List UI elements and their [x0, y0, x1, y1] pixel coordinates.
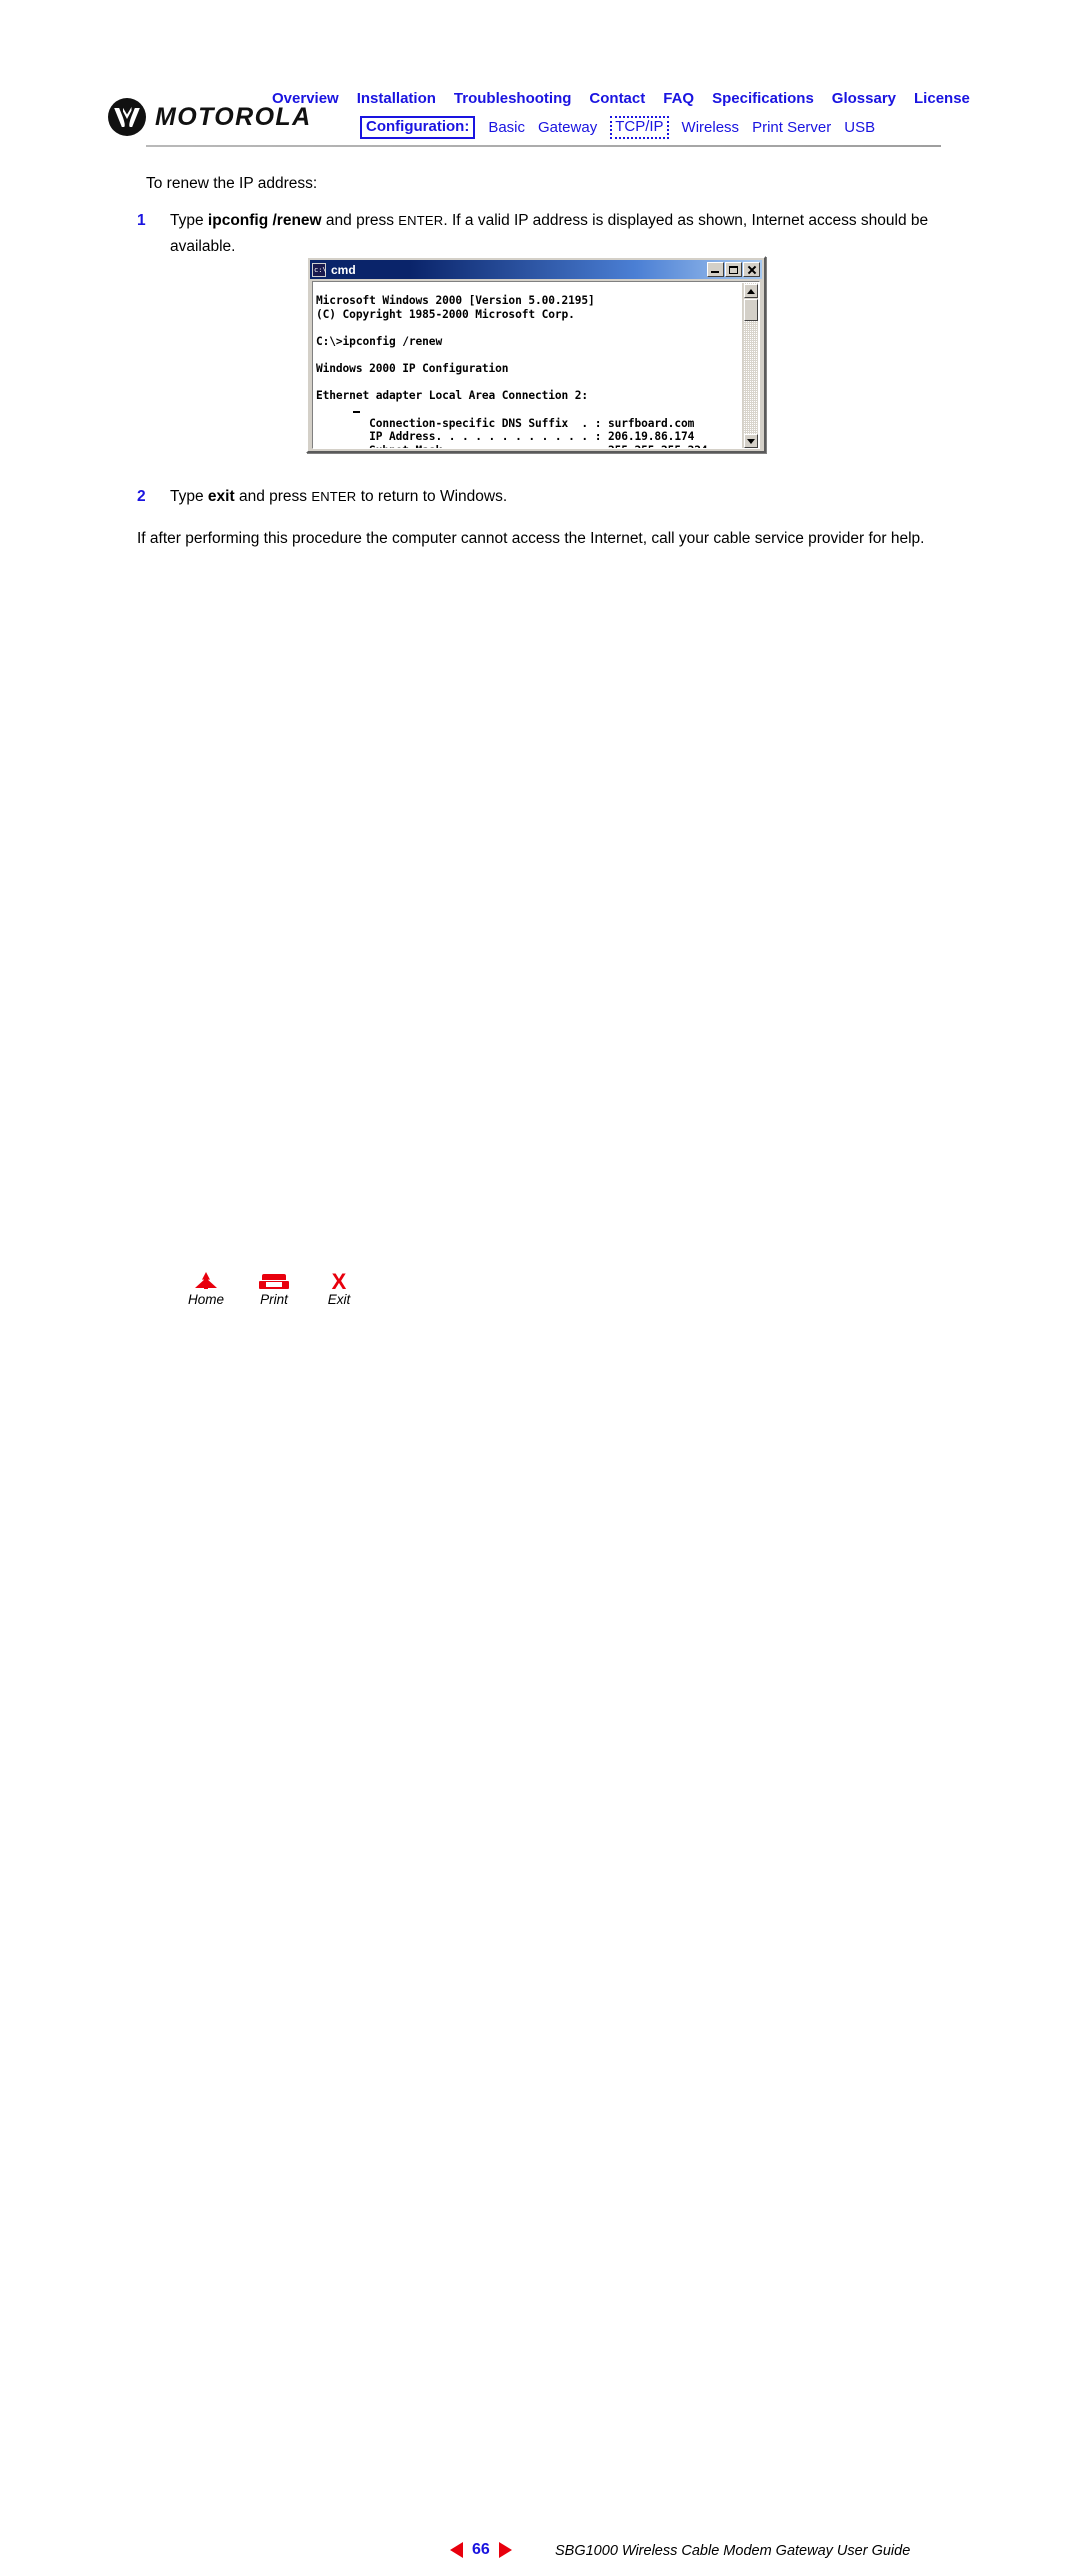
step-2-command: exit	[207, 488, 235, 505]
motorola-batwing-icon	[108, 98, 146, 136]
header-divider	[146, 145, 941, 147]
exit-label: Exit	[327, 1292, 351, 1307]
step-2-part3: to return to Windows.	[356, 488, 508, 505]
step-2-number: 2	[137, 488, 146, 505]
cmd-window-title: cmd	[331, 262, 356, 277]
guide-title: SBG1000 Wireless Cable Modem Gateway Use…	[555, 2543, 911, 2559]
primary-nav-row: Overview Installation Troubleshooting Co…	[272, 90, 972, 107]
nav-item-license[interactable]: License	[914, 90, 970, 107]
next-page-arrow-icon[interactable]	[498, 2542, 512, 2558]
step-1-number: 1	[137, 212, 146, 229]
scroll-down-arrow-icon[interactable]	[744, 434, 758, 448]
scroll-up-arrow-icon[interactable]	[744, 284, 758, 298]
nav-item-tcpip[interactable]: TCP/IP	[610, 116, 669, 139]
step-1-command: ipconfig /renew	[207, 212, 322, 229]
step-2-key: ENTER	[311, 489, 357, 504]
page-footer: Home Print X Exit 66 SBG1000 Wireless Ca…	[0, 1262, 1080, 2559]
prev-page-arrow-icon[interactable]	[450, 2542, 463, 2558]
page-number: 66	[472, 2541, 490, 2558]
step-1-part2: and press	[321, 212, 399, 229]
nav-item-print-server[interactable]: Print Server	[752, 119, 831, 136]
cmd-console-area[interactable]: Microsoft Windows 2000 [Version 5.00.219…	[312, 281, 760, 449]
print-label: Print	[260, 1292, 288, 1307]
minimize-button[interactable]	[707, 262, 724, 277]
closing-paragraph: If after performing this procedure the c…	[137, 530, 925, 547]
print-button[interactable]: Print	[253, 1272, 295, 1307]
batwing-glyph	[122, 107, 132, 119]
configuration-label: Configuration:	[360, 116, 476, 139]
page-navigation: 66	[450, 2541, 512, 2559]
nav-item-faq[interactable]: FAQ	[663, 90, 694, 107]
nav-item-usb[interactable]: USB	[844, 119, 875, 136]
step-1-part1: Type	[170, 212, 208, 229]
cmd-scrollbar[interactable]	[742, 283, 758, 448]
exit-x-icon: X	[331, 1269, 347, 1294]
step-1-key: ENTER	[398, 213, 444, 228]
step-1: 1 Type ipconfig /renew and press ENTER. …	[137, 208, 937, 260]
home-label: Home	[187, 1292, 224, 1307]
nav-item-specifications[interactable]: Specifications	[712, 90, 814, 107]
step-2: 2 Type exit and press ENTER to return to…	[137, 484, 937, 510]
cmd-title-bar[interactable]: cmd	[310, 260, 762, 279]
nav-item-installation[interactable]: Installation	[357, 90, 436, 107]
home-button[interactable]: Home	[185, 1272, 227, 1307]
nav-item-troubleshooting[interactable]: Troubleshooting	[454, 90, 572, 107]
cmd-caret	[353, 411, 360, 413]
nav-item-contact[interactable]: Contact	[589, 90, 645, 107]
secondary-nav-row: Configuration: Basic Gateway TCP/IP Wire…	[360, 116, 972, 139]
intro-text: To renew the IP address:	[146, 175, 318, 192]
step-2-text: Type exit and press ENTER to return to W…	[170, 484, 930, 510]
command-prompt-window[interactable]: cmd Microsoft Windows 2000 [Version 5.00…	[306, 256, 766, 453]
nav-item-basic[interactable]: Basic	[488, 119, 525, 136]
page-header: MOTOROLA Overview Installation Troublesh…	[0, 0, 1080, 150]
nav-item-wireless[interactable]: Wireless	[682, 119, 740, 136]
step-2-part2: and press	[234, 488, 312, 505]
printer-icon	[259, 1272, 289, 1291]
maximize-button[interactable]	[725, 262, 742, 277]
step-1-text: Type ipconfig /renew and press ENTER. If…	[170, 208, 930, 260]
exit-button[interactable]: X Exit	[320, 1269, 358, 1308]
nav-item-glossary[interactable]: Glossary	[832, 90, 896, 107]
step-2-part1: Type	[170, 488, 208, 505]
close-button[interactable]	[743, 262, 760, 277]
nav-item-gateway[interactable]: Gateway	[538, 119, 597, 136]
scrollbar-thumb[interactable]	[744, 299, 758, 321]
home-icon	[195, 1272, 217, 1291]
nav-item-overview[interactable]: Overview	[272, 90, 339, 107]
cmd-console-text: Microsoft Windows 2000 [Version 5.00.219…	[316, 294, 708, 448]
console-icon	[312, 262, 327, 277]
main-navigation: Overview Installation Troubleshooting Co…	[272, 90, 972, 139]
